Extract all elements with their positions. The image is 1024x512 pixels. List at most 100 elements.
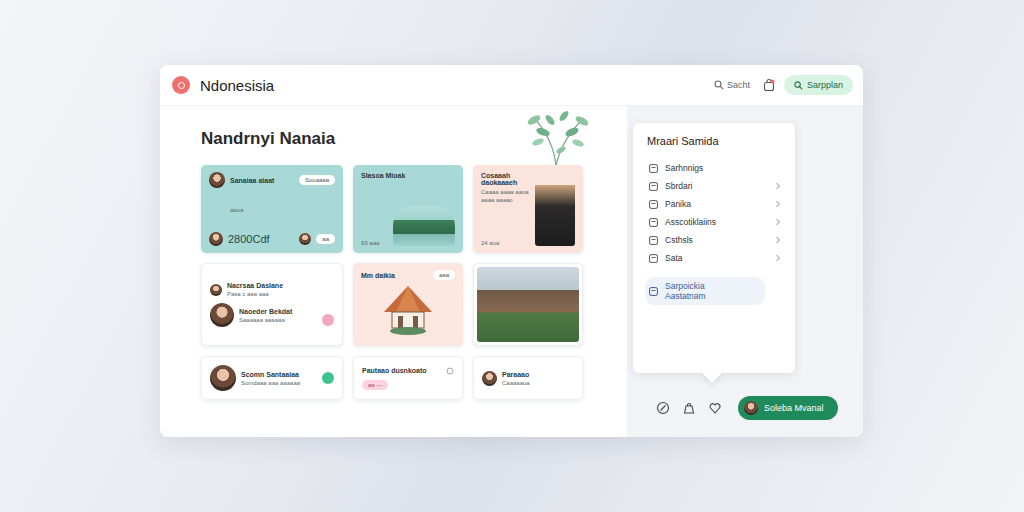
menu-item[interactable]: Asscotiklaiins xyxy=(645,213,785,231)
card-title: Cosaaah daokaaaeh xyxy=(481,172,531,186)
avatar xyxy=(210,365,236,391)
card[interactable]: Scomn Santaaiaa Somdaaa aaa aaaaaa xyxy=(201,356,343,400)
card-count: 63 aaa xyxy=(361,240,379,246)
card-grid: Sanaiaa aiaatSooaaaaaaoa2800CdfaaSlasoa … xyxy=(201,165,627,400)
logo-icon[interactable] xyxy=(172,76,190,94)
avatar xyxy=(210,284,222,296)
menu-item[interactable]: Sata xyxy=(645,249,785,267)
card[interactable]: Sanaiaa aiaatSooaaaaaaoa2800Cdfaa xyxy=(201,165,343,253)
menu-item[interactable]: Sarpoickia Aastatnam xyxy=(645,277,765,305)
menu-label: Csthsls xyxy=(665,235,693,245)
bottom-toolbar: Soleba Mvanal xyxy=(633,396,863,420)
search-button[interactable]: Sacht xyxy=(714,80,750,90)
contact-name: Paraaao xyxy=(502,371,530,378)
person-sub: Pasa ɔ aaa aaa xyxy=(227,291,283,297)
expand-slot xyxy=(775,218,781,226)
button-label: Sarpplan xyxy=(807,80,843,90)
avatar xyxy=(209,232,223,246)
card-title: Slasoa Mioak xyxy=(361,172,455,179)
app-title: Ndonesisia xyxy=(200,77,274,94)
menu-label: Sarpoickia Aastatnam xyxy=(665,281,747,301)
desktop: NdonesisiaSachtSarpplanNandrnyi NanaiaSa… xyxy=(0,0,1024,512)
text-column: Naoeder Bekdat Saaaaaa aaaaaa xyxy=(239,308,292,323)
status-badge-icon xyxy=(322,372,334,384)
item-icon xyxy=(649,236,658,245)
info-icon[interactable] xyxy=(446,367,454,375)
search-icon xyxy=(714,80,724,90)
avatar xyxy=(299,233,311,245)
menu-label: Sata xyxy=(665,253,683,263)
primary-button[interactable]: Sarpplan xyxy=(784,75,853,95)
card[interactable]: Nacrsaa Daslane Pasa ɔ aaa aaa Naoeder Bek… xyxy=(201,263,343,346)
header-bar: Ndonesisia Sacht Sarpplan xyxy=(160,65,863,106)
contact-row[interactable]: Scomn Santaaiaa Somdaaa aaa aaaaaa xyxy=(210,365,334,391)
button-label: Soleba Mvanal xyxy=(764,403,824,413)
chip[interactable]: aa --- xyxy=(362,380,388,390)
card[interactable]: Cosaaah daokaaaehCaaaa aaaa aaoa aaaa aa… xyxy=(473,165,583,253)
item-icon xyxy=(649,218,658,227)
profile-button[interactable]: Soleba Mvanal xyxy=(738,396,838,420)
pavilion-icon xyxy=(380,282,436,338)
heart-icon[interactable] xyxy=(708,401,722,415)
app-window: NdonesisiaSachtSarpplanNandrnyi NanaiaSa… xyxy=(160,65,863,437)
search-label: Sacht xyxy=(727,80,750,90)
expand-slot xyxy=(775,254,781,262)
search-icon xyxy=(794,81,803,90)
plant-icon xyxy=(516,106,596,166)
card[interactable]: Pautaao dusnkoato aa --- xyxy=(353,356,463,400)
text-column: Scomn Santaaiaa Somdaaa aaa aaaaaa xyxy=(241,371,300,386)
chip[interactable]: aaa xyxy=(433,270,455,280)
menu-title: Mraari Samida xyxy=(647,135,785,147)
chevron-icon xyxy=(775,182,781,190)
text-column: Nacrsaa Daslane Pasa ɔ aaa aaa xyxy=(227,282,283,297)
contact-name: Scomn Santaaiaa xyxy=(241,371,300,378)
bag-icon[interactable] xyxy=(762,78,776,92)
menu-label: Asscotiklaiins xyxy=(665,217,716,227)
card-count: 24 aoa xyxy=(481,240,531,246)
menu-item[interactable]: Sarhnnigs xyxy=(645,159,785,177)
menu-item[interactable]: Sbrdari xyxy=(645,177,785,195)
card-title: Mm daikia xyxy=(361,272,395,279)
chevron-icon xyxy=(775,200,781,208)
card[interactable] xyxy=(473,263,583,346)
person-sub: Saaaaaa aaaaaa xyxy=(239,317,292,323)
photo xyxy=(535,174,575,246)
lock-icon[interactable] xyxy=(682,401,696,415)
heart-icon[interactable] xyxy=(322,314,334,326)
chip[interactable]: Sooaaaa xyxy=(299,175,335,185)
card-title: Pautaao dusnkoato xyxy=(362,367,427,374)
avatar xyxy=(210,303,234,327)
contact-row[interactable]: ParaaaoCaaaaaoa xyxy=(482,371,574,386)
expand-slot xyxy=(775,236,781,244)
contact-sub: Somdaaa aaa aaaaaa xyxy=(241,380,300,386)
main-panel: Nandrnyi NanaiaSanaiaa aiaatSooaaaaaaoa2… xyxy=(160,106,627,437)
menu-label: Sbrdari xyxy=(665,181,692,191)
item-icon xyxy=(649,182,658,191)
menu-item[interactable]: Panika xyxy=(645,195,785,213)
person-row[interactable]: Nacrsaa Daslane Pasa ɔ aaa aaa xyxy=(210,282,334,297)
person-row[interactable]: Naoeder Bekdat Saaaaaa aaaaaa xyxy=(210,303,334,327)
logo-ring xyxy=(178,82,185,89)
person-name: Naoeder Bekdat xyxy=(239,308,292,315)
side-panel: Mraari Samida Sarhnnigs Sbrdari Panika Assco… xyxy=(627,106,863,437)
photo xyxy=(477,267,579,342)
menu-item[interactable]: Csthsls xyxy=(645,231,785,249)
card-value: 2800Cdf xyxy=(228,233,270,245)
text-column: Cosaaah daokaaaehCaaaa aaaa aaoa aaaa aa… xyxy=(481,172,531,246)
chevron-icon xyxy=(775,218,781,226)
person-name: Nacrsaa Daslane xyxy=(227,282,283,289)
card[interactable]: ParaaaoCaaaaaoa xyxy=(473,356,583,400)
tag: aa xyxy=(316,234,335,244)
chevron-icon xyxy=(775,254,781,262)
menu-label: Panika xyxy=(665,199,691,209)
edit-icon[interactable] xyxy=(656,401,670,415)
menu-pointer xyxy=(702,363,722,383)
card-title: Sanaiaa aiaat xyxy=(230,177,274,184)
card[interactable]: Slasoa Mioak 63 aaa xyxy=(353,165,463,253)
content-area: Nandrnyi NanaiaSanaiaa aiaatSooaaaaaaoa2… xyxy=(160,106,863,437)
card-footer: 63 aaa xyxy=(361,206,455,246)
expand-slot xyxy=(775,200,781,208)
card[interactable]: Mm daikia aaa xyxy=(353,263,463,346)
menu-label: Sarhnnigs xyxy=(665,163,703,173)
expand-slot xyxy=(775,182,781,190)
